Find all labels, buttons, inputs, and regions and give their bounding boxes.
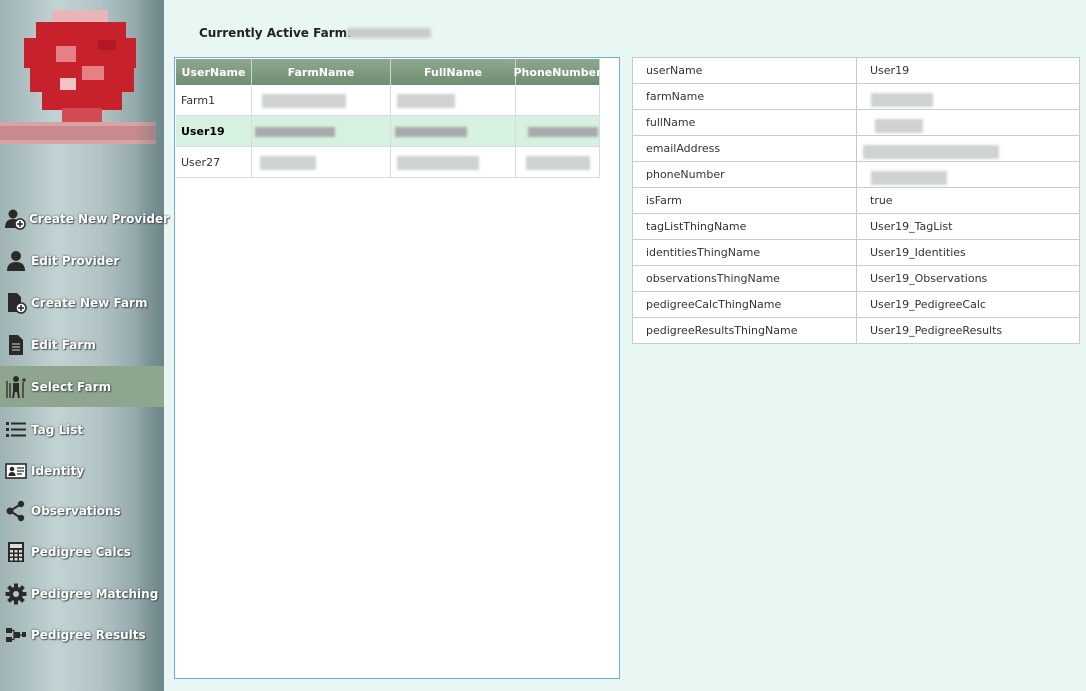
column-header-farmname[interactable]: FarmName [252,59,391,85]
add-document-icon [4,291,28,315]
property-row: identitiesThingName User19_Identities [632,239,1080,266]
property-row: isFarm true [632,187,1080,214]
nav-label: Edit Farm [31,338,96,352]
nav-create-new-provider[interactable]: Create New Provider [0,199,169,239]
property-key: phoneNumber [632,161,857,188]
property-value: true [856,187,1080,214]
cell-phonenumber [516,85,600,115]
property-key: isFarm [632,187,857,214]
cell-farmname-redacted [252,85,391,115]
cell-phonenumber-redacted [516,116,600,146]
property-row: observationsThingName User19_Observation… [632,265,1080,292]
nav-edit-farm[interactable]: Edit Farm [0,325,164,365]
property-row: tagListThingName User19_TagList [632,213,1080,240]
active-farm-label: Currently Active Farm: [199,26,352,40]
property-value-redacted [856,161,1080,188]
nav-pedigree-results[interactable]: Pedigree Results [0,615,164,655]
property-value: User19_Identities [856,239,1080,266]
property-value: User19 [856,57,1080,84]
column-header-username[interactable]: UserName [176,59,252,85]
property-row: fullName [632,109,1080,136]
property-row: farmName [632,83,1080,110]
app-logo [0,0,164,150]
property-key: identitiesThingName [632,239,857,266]
nav-label: Tag List [31,423,84,437]
cell-username: User19 [176,116,252,146]
farmer-icon [4,375,28,399]
property-row: pedigreeResultsThingName User19_Pedigree… [632,317,1080,344]
cell-username: Farm1 [176,85,252,115]
nav-label: Pedigree Results [31,628,146,642]
nav-tag-list[interactable]: Tag List [0,410,164,450]
nav-label: Create New Farm [31,296,148,310]
add-user-icon [4,207,26,231]
property-value: User19_TagList [856,213,1080,240]
user-icon [4,249,28,273]
property-value: User19_PedigreeResults [856,317,1080,344]
property-row: pedigreeCalcThingName User19_PedigreeCal… [632,291,1080,318]
property-value-redacted [856,135,1080,162]
nav-label: Identity [31,464,85,478]
share-icon [4,499,28,523]
farm-grid: UserName FarmName FullName PhoneNumber F… [176,59,602,178]
nav-pedigree-matching[interactable]: Pedigree Matching [0,574,164,614]
table-row-selected[interactable]: User19 [176,116,600,147]
property-key: farmName [632,83,857,110]
column-header-fullname[interactable]: FullName [391,59,516,85]
active-farm-value-redacted [347,28,431,38]
nav-label: Observations [31,504,121,518]
cell-fullname-redacted [391,85,516,115]
property-key: fullName [632,109,857,136]
column-header-phonenumber[interactable]: PhoneNumber [514,59,602,85]
hierarchy-icon [4,623,28,647]
property-row: userName User19 [632,57,1080,84]
id-card-icon [4,459,28,483]
grid-header: UserName FarmName FullName PhoneNumber [176,59,602,85]
property-key: emailAddress [632,135,857,162]
calculator-icon [4,540,28,564]
property-row: phoneNumber [632,161,1080,188]
document-icon [4,333,28,357]
list-icon [4,418,28,442]
property-key: pedigreeCalcThingName [632,291,857,318]
nav-pedigree-calcs[interactable]: Pedigree Calcs [0,532,164,572]
cell-farmname-redacted [252,147,391,177]
property-value: User19_Observations [856,265,1080,292]
property-key: tagListThingName [632,213,857,240]
nav-identity[interactable]: Identity [0,451,164,491]
nav-label: Create New Provider [29,212,169,226]
table-row[interactable]: Farm1 [176,85,600,116]
gear-icon [4,582,28,606]
cell-phonenumber-redacted [516,147,600,177]
farm-grid-panel: UserName FarmName FullName PhoneNumber F… [174,57,620,679]
property-key: pedigreeResultsThingName [632,317,857,344]
property-value-redacted [856,109,1080,136]
sidebar: Create New Provider Edit Provider Create… [0,0,169,691]
property-key: userName [632,57,857,84]
cell-fullname-redacted [391,147,516,177]
nav-label: Edit Provider [31,254,120,268]
nav-edit-provider[interactable]: Edit Provider [0,241,164,281]
property-row: emailAddress [632,135,1080,162]
properties-table: userName User19 farmName fullName emailA… [632,57,1080,344]
nav-label: Pedigree Calcs [31,545,131,559]
cell-fullname-redacted [391,116,516,146]
property-key: observationsThingName [632,265,857,292]
nav-observations[interactable]: Observations [0,491,164,531]
table-row[interactable]: User27 [176,147,600,178]
nav-create-new-farm[interactable]: Create New Farm [0,283,164,323]
property-value-redacted [856,83,1080,110]
property-value: User19_PedigreeCalc [856,291,1080,318]
nav-label: Pedigree Matching [31,587,159,601]
cell-username: User27 [176,147,252,177]
nav-label: Select Farm [31,379,112,394]
nav-select-farm[interactable]: Select Farm [0,366,164,407]
cell-farmname-redacted [252,116,391,146]
